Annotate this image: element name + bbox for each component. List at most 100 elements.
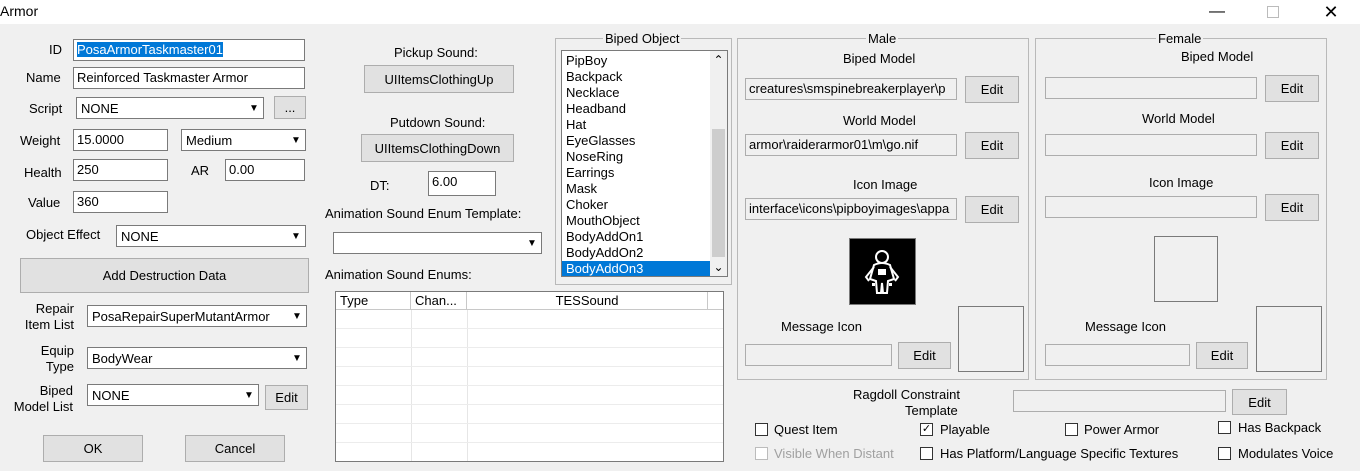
dt-label: DT: bbox=[370, 178, 390, 193]
male-message-icon-edit-button[interactable]: Edit bbox=[898, 342, 951, 369]
repair-list-label-1: Repair bbox=[35, 301, 74, 316]
visible-when-distant-checkbox[interactable] bbox=[755, 447, 768, 460]
female-biped-model-edit-button[interactable]: Edit bbox=[1265, 75, 1319, 102]
script-browse-button[interactable]: ... bbox=[274, 96, 306, 119]
ar-label: AR bbox=[191, 163, 210, 178]
biped-model-list-label-1: Biped bbox=[39, 383, 73, 398]
chevron-down-icon: ▼ bbox=[244, 389, 254, 401]
female-icon-preview bbox=[1154, 236, 1218, 302]
close-icon: ✕ bbox=[1323, 1, 1339, 22]
biped-object-items: PipBoy Backpack Necklace Headband Hat EyeGlas… bbox=[562, 53, 710, 276]
list-item[interactable]: Backpack bbox=[562, 69, 710, 85]
list-item[interactable]: PipBoy bbox=[562, 53, 710, 69]
row-divider bbox=[336, 385, 723, 386]
list-item[interactable]: Headband bbox=[562, 101, 710, 117]
biped-model-list-select[interactable]: NONE ▼ bbox=[87, 384, 259, 406]
male-icon-preview bbox=[849, 238, 916, 305]
list-item[interactable]: EyeGlasses bbox=[562, 133, 710, 149]
ragdoll-edit-button[interactable]: Edit bbox=[1232, 389, 1287, 415]
list-item[interactable]: Hat bbox=[562, 117, 710, 133]
row-divider bbox=[336, 442, 723, 443]
anim-template-select[interactable]: ▼ bbox=[333, 232, 542, 254]
repair-list-select[interactable]: PosaRepairSuperMutantArmor ▼ bbox=[87, 305, 307, 327]
health-input[interactable]: 250 bbox=[73, 159, 168, 181]
title-bar bbox=[0, 0, 1360, 24]
list-item[interactable]: Necklace bbox=[562, 85, 710, 101]
equip-type-label-1: Equip bbox=[40, 343, 74, 358]
female-icon-image-path bbox=[1045, 196, 1257, 218]
object-effect-select[interactable]: NONE ▼ bbox=[116, 225, 306, 247]
script-value: NONE bbox=[81, 101, 119, 116]
script-select[interactable]: NONE ▼ bbox=[76, 97, 264, 119]
male-biped-model-edit-button[interactable]: Edit bbox=[965, 76, 1019, 103]
male-icon-image-path: interface\icons\pipboyimages\appa bbox=[745, 198, 957, 220]
ragdoll-label-2: Template bbox=[905, 403, 958, 418]
male-biped-model-path: creatures\smspinebreakerplayer\p bbox=[745, 78, 957, 100]
quest-item-checkbox[interactable] bbox=[755, 423, 768, 436]
putdown-sound-button[interactable]: UIItemsClothingDown bbox=[361, 134, 514, 162]
id-input[interactable]: PosaArmorTaskmaster01 bbox=[73, 39, 305, 61]
male-icon-image-edit-button[interactable]: Edit bbox=[965, 196, 1019, 223]
equip-type-select[interactable]: BodyWear ▼ bbox=[87, 347, 307, 369]
female-message-icon-edit-button[interactable]: Edit bbox=[1196, 342, 1248, 369]
value-input[interactable]: 360 bbox=[73, 191, 168, 213]
weight-input[interactable]: 15.0000 bbox=[73, 129, 168, 151]
ar-input[interactable]: 0.00 bbox=[225, 159, 305, 181]
chevron-up-icon[interactable]: ⌃ bbox=[710, 51, 727, 69]
dt-input[interactable]: 6.00 bbox=[428, 171, 496, 196]
female-icon-image-edit-button[interactable]: Edit bbox=[1265, 194, 1319, 221]
has-backpack-checkbox[interactable] bbox=[1218, 421, 1231, 434]
biped-model-list-edit-button[interactable]: Edit bbox=[265, 385, 308, 410]
minimize-button[interactable]: — bbox=[1194, 0, 1240, 24]
has-backpack-label: Has Backpack bbox=[1238, 420, 1322, 435]
modulates-voice-label: Modulates Voice bbox=[1238, 446, 1334, 461]
female-world-model-edit-button[interactable]: Edit bbox=[1265, 132, 1319, 159]
quest-item-label: Quest Item bbox=[774, 422, 838, 437]
list-item[interactable]: BodyAddOn2 bbox=[562, 245, 710, 261]
playable-checkbox[interactable]: ✓ bbox=[920, 423, 933, 436]
chevron-down-icon: ▼ bbox=[291, 230, 301, 242]
column-header-tessound[interactable]: TESSound bbox=[467, 292, 708, 310]
modulates-voice-checkbox[interactable] bbox=[1218, 447, 1231, 460]
id-value: PosaArmorTaskmaster01 bbox=[77, 42, 223, 57]
power-armor-label: Power Armor bbox=[1084, 422, 1160, 437]
ok-button[interactable]: OK bbox=[43, 435, 143, 462]
column-header-type[interactable]: Type bbox=[336, 292, 411, 310]
male-message-icon-preview bbox=[958, 306, 1024, 372]
maximize-button[interactable] bbox=[1250, 0, 1296, 24]
male-world-model-edit-button[interactable]: Edit bbox=[965, 132, 1019, 159]
female-message-icon-label: Message Icon bbox=[1085, 319, 1166, 334]
list-item[interactable]: Earrings bbox=[562, 165, 710, 181]
list-item[interactable]: NoseRing bbox=[562, 149, 710, 165]
close-button[interactable]: ✕ bbox=[1308, 0, 1354, 24]
chevron-down-icon: ▼ bbox=[249, 102, 259, 114]
column-divider bbox=[467, 310, 468, 461]
list-item[interactable]: Choker bbox=[562, 197, 710, 213]
row-divider bbox=[336, 328, 723, 329]
cancel-button[interactable]: Cancel bbox=[185, 435, 285, 462]
power-armor-checkbox[interactable] bbox=[1065, 423, 1078, 436]
scrollbar-thumb[interactable] bbox=[712, 129, 725, 257]
column-divider bbox=[411, 310, 412, 461]
window-title: Armor bbox=[0, 3, 39, 19]
male-world-model-label: World Model bbox=[843, 113, 916, 128]
male-message-icon-path bbox=[745, 344, 892, 366]
chevron-down-icon: ▼ bbox=[292, 310, 302, 322]
list-item[interactable]: Mask bbox=[562, 181, 710, 197]
list-item[interactable]: BodyAddOn1 bbox=[562, 229, 710, 245]
biped-object-list[interactable]: PipBoy Backpack Necklace Headband Hat EyeGlas… bbox=[561, 50, 728, 277]
chevron-down-icon[interactable]: ⌄ bbox=[710, 258, 727, 276]
has-platform-textures-checkbox[interactable] bbox=[920, 447, 933, 460]
repair-list-label-2: Item List bbox=[24, 317, 74, 332]
add-destruction-data-button[interactable]: Add Destruction Data bbox=[20, 258, 309, 293]
name-input[interactable]: Reinforced Taskmaster Armor bbox=[73, 67, 305, 89]
biped-object-scrollbar[interactable]: ⌃ ⌄ bbox=[710, 51, 727, 276]
weight-class-select[interactable]: Medium ▼ bbox=[181, 129, 306, 151]
pickup-sound-button[interactable]: UIItemsClothingUp bbox=[364, 65, 514, 93]
list-item[interactable]: MouthObject bbox=[562, 213, 710, 229]
column-header-chan[interactable]: Chan... bbox=[411, 292, 467, 310]
female-world-model-label: World Model bbox=[1142, 111, 1215, 126]
row-divider bbox=[336, 404, 723, 405]
anim-enums-table[interactable]: Type Chan... TESSound bbox=[335, 291, 724, 462]
list-item[interactable]: BodyAddOn3 bbox=[562, 261, 710, 276]
